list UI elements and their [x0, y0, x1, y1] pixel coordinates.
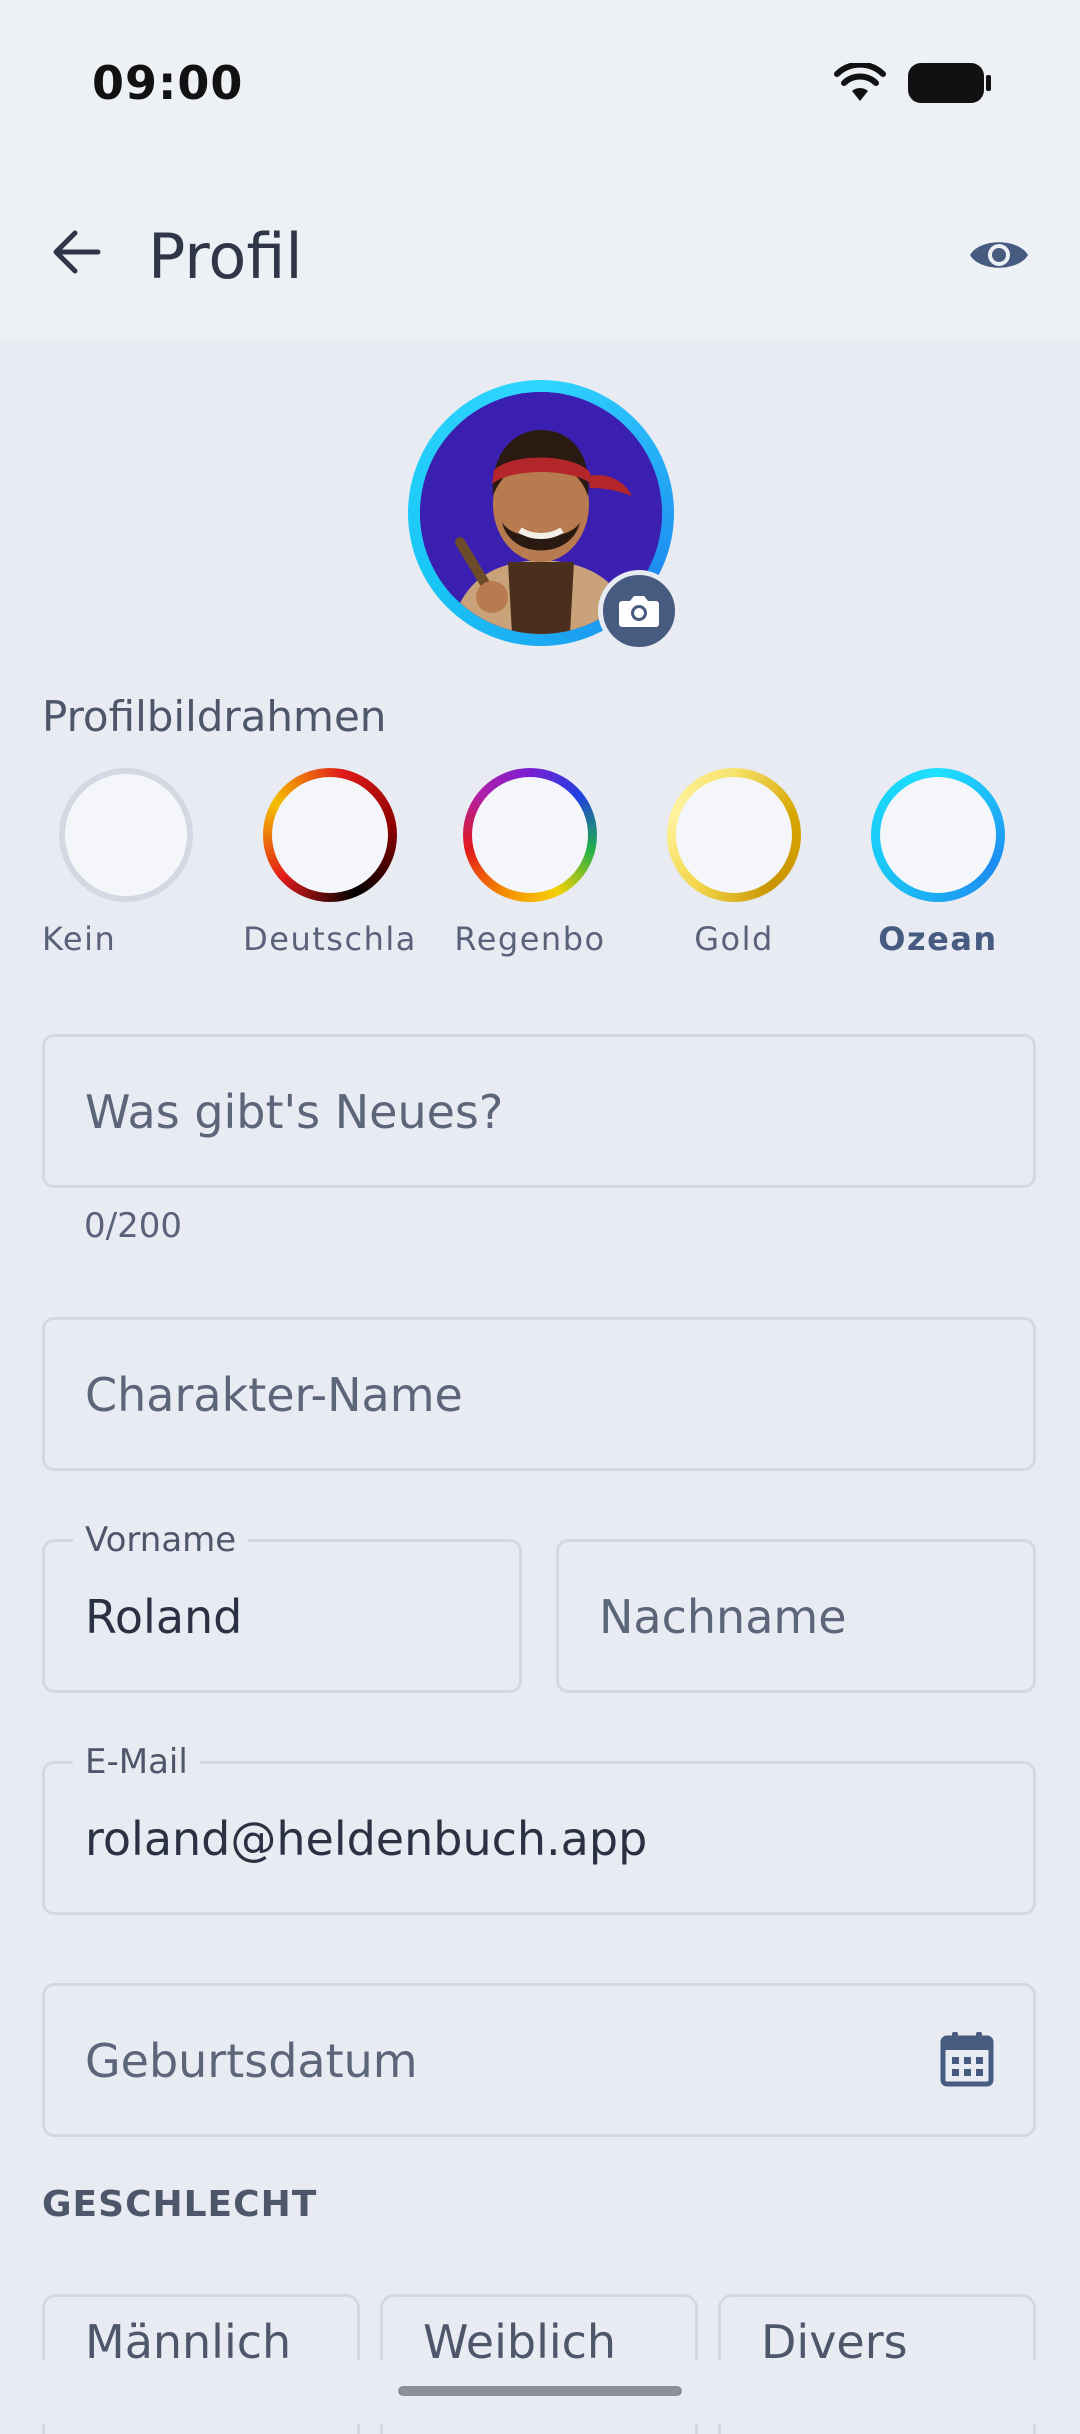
back-button[interactable] [40, 216, 112, 288]
birthdate-input[interactable]: Geburtsdatum [42, 1983, 1036, 2137]
frame-label-selected: Ozean [878, 920, 998, 958]
home-indicator[interactable] [398, 2386, 682, 2396]
frame-swatch-none [59, 768, 193, 902]
last-name-placeholder: Nachname [599, 1590, 847, 1644]
battery-icon [908, 63, 991, 103]
status-input[interactable]: Was gibt's Neues? [42, 1034, 1036, 1188]
app-bar: Profil [0, 176, 1080, 340]
email-value: roland@heldenbuch.app [85, 1812, 648, 1866]
character-name-input[interactable]: Charakter-Name [42, 1317, 1036, 1471]
frame-option-germany[interactable]: Deutschla [230, 768, 430, 958]
change-photo-button[interactable] [598, 570, 680, 652]
character-counter: 0/200 [84, 1206, 182, 1246]
email-input[interactable]: E-Mail roland@heldenbuch.app [42, 1742, 1036, 1915]
first-name-value: Roland [85, 1590, 243, 1644]
frame-swatch-rainbow [463, 768, 597, 902]
status-placeholder: Was gibt's Neues? [85, 1085, 504, 1139]
page-title: Profil [148, 220, 303, 293]
frame-option-ocean[interactable]: Ozean [838, 768, 1038, 958]
frame-swatch-ocean [871, 768, 1005, 902]
eye-icon [970, 242, 1028, 268]
frame-option-rainbow[interactable]: Regenbo [430, 768, 630, 958]
last-name-input[interactable]: Nachname [556, 1539, 1036, 1693]
wifi-icon [834, 63, 886, 101]
preview-button[interactable] [958, 214, 1040, 296]
gender-section-title: GESCHLECHT [42, 2184, 318, 2225]
frame-swatch-germany [263, 768, 397, 902]
frame-swatch-gold [667, 768, 801, 902]
email-label: E-Mail [73, 1742, 200, 1782]
first-name-input[interactable]: Vorname Roland [42, 1520, 522, 1693]
camera-icon [619, 596, 659, 627]
frame-option-gold[interactable]: Gold [634, 768, 834, 958]
first-name-label: Vorname [73, 1520, 249, 1560]
frame-label: Deutschla [243, 920, 417, 958]
frame-label: Kein [42, 920, 117, 958]
avatar[interactable] [408, 380, 680, 652]
frame-label: Regenbo [454, 920, 606, 958]
frame-options: Kein Deutschla Regenbo Gold Ozean [42, 768, 1042, 968]
arrow-left-icon [53, 230, 101, 274]
frame-option-none[interactable]: Kein [26, 768, 226, 958]
calendar-button[interactable] [939, 2030, 1003, 2094]
status-bar: 09:00 [0, 0, 1080, 176]
character-name-placeholder: Charakter-Name [85, 1368, 463, 1422]
calendar-icon [940, 2032, 994, 2087]
frame-section-label: Profilbildrahmen [42, 692, 387, 741]
birthdate-placeholder: Geburtsdatum [85, 2034, 418, 2088]
status-icons [834, 62, 992, 104]
frame-label: Gold [694, 920, 774, 958]
status-time: 09:00 [92, 56, 244, 110]
